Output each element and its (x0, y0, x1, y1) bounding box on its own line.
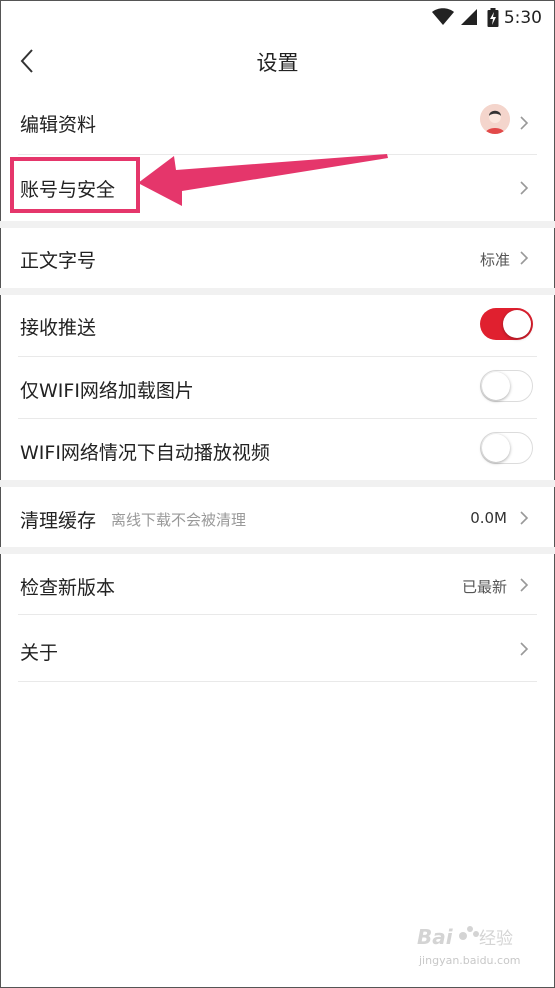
wifi-video-row: WIFI网络情况下自动播放视频 (0, 419, 555, 480)
baidu-logo-icon: Bai 经验 (417, 925, 513, 949)
font-size-label: 正文字号 (20, 250, 97, 272)
svg-text:经验: 经验 (479, 929, 513, 949)
chevron-right-icon (520, 511, 529, 525)
section-gap (0, 480, 555, 487)
wifi-images-row: 仅WIFI网络加载图片 (0, 357, 555, 418)
watermark: Bai 经验 jingyan.baidu.com (417, 920, 527, 970)
font-size-value: 标准 (479, 251, 510, 269)
check-update-label: 检查新版本 (20, 577, 116, 599)
divider (18, 681, 537, 682)
wifi-images-label: 仅WIFI网络加载图片 (20, 380, 194, 402)
cache-size-value: 0.0M (470, 509, 507, 527)
section-gap (0, 288, 555, 295)
push-label: 接收推送 (20, 317, 97, 339)
clear-cache-row[interactable]: 清理缓存 离线下载不会被清理 0.0M (0, 487, 555, 547)
annotation-arrow-icon (138, 154, 388, 206)
watermark-url: jingyan.baidu.com (419, 954, 521, 967)
wifi-images-toggle[interactable] (480, 370, 533, 402)
chevron-right-icon (520, 578, 529, 592)
chevron-right-icon (520, 642, 529, 656)
toggle-knob (482, 434, 510, 462)
check-update-row[interactable]: 检查新版本 已最新 (0, 554, 555, 614)
clear-cache-hint: 离线下载不会被清理 (111, 511, 247, 529)
toggle-knob (503, 310, 531, 338)
push-toggle[interactable] (480, 308, 533, 340)
about-row[interactable]: 关于 (0, 615, 555, 681)
chevron-right-icon (520, 251, 529, 265)
section-gap (0, 547, 555, 554)
wifi-video-toggle[interactable] (480, 432, 533, 464)
svg-text:Bai: Bai (417, 925, 454, 949)
push-row: 接收推送 (0, 295, 555, 356)
about-label: 关于 (20, 642, 59, 664)
wifi-video-label: WIFI网络情况下自动播放视频 (20, 442, 270, 464)
update-status-value: 已最新 (461, 578, 507, 596)
toggle-knob (482, 372, 510, 400)
clear-cache-label: 清理缓存 (20, 510, 97, 532)
